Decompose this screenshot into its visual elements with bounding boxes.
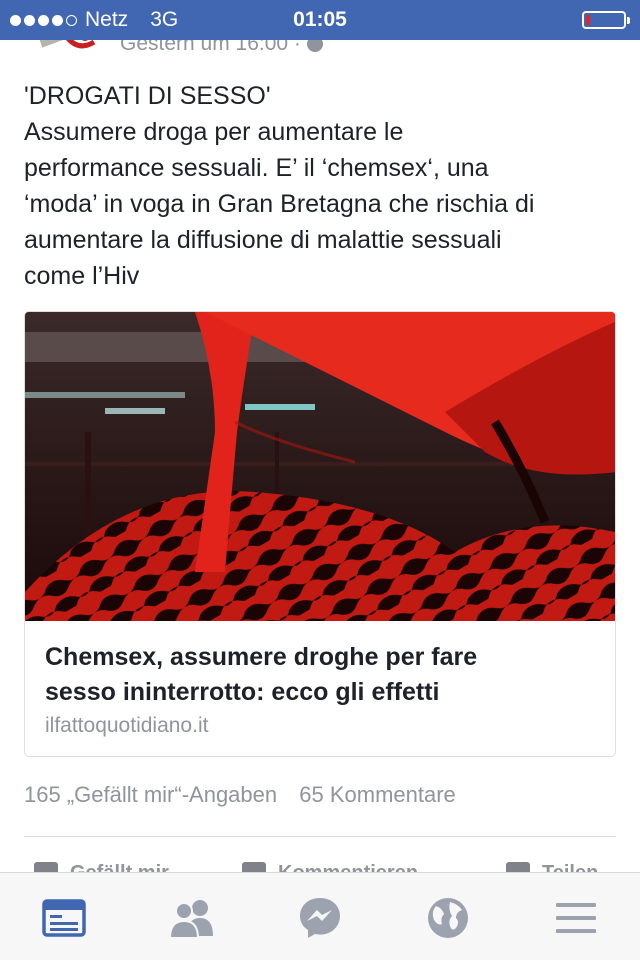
- post-actions: Gefällt mir Kommentieren Teilen: [0, 856, 640, 872]
- post-text-line: 'DROGATI DI SESSO': [24, 82, 271, 110]
- tab-friends[interactable]: [167, 893, 217, 943]
- link-domain: ilfattoquotidiano.it: [45, 714, 209, 737]
- link-preview-image[interactable]: [25, 312, 615, 621]
- clock: 01:05: [293, 8, 347, 31]
- tab-messenger[interactable]: [295, 893, 345, 943]
- page-avatar[interactable]: [38, 40, 98, 54]
- friends-icon: [168, 900, 213, 938]
- status-bar: Netz 3G 01:05: [0, 0, 640, 40]
- comments-count[interactable]: 65 Kommentare: [299, 782, 456, 807]
- post-stats: 165 „Gefällt mir“-Angaben 65 Kommentare: [24, 782, 472, 808]
- messenger-icon: [300, 898, 340, 938]
- news-feed-icon: [42, 899, 86, 937]
- tab-more[interactable]: [551, 893, 601, 943]
- tab-news-feed[interactable]: [39, 893, 89, 943]
- link-title[interactable]: Chemsex, assumere droghe per fare sesso …: [45, 640, 600, 710]
- globe-icon: [428, 898, 468, 938]
- globe-icon: [306, 40, 323, 53]
- bottom-tab-bar: [0, 872, 640, 960]
- post-text: 'DROGATI DI SESSO' Assumere droga per au…: [24, 78, 624, 294]
- likes-count[interactable]: 165 „Gefällt mir“-Angaben: [24, 782, 277, 807]
- post-header: Gestern um 16:00 ·: [0, 40, 640, 58]
- menu-icon: [556, 903, 596, 933]
- link-preview-card[interactable]: Chemsex, assumere droghe per fare sesso …: [24, 311, 616, 757]
- divider: [24, 836, 616, 837]
- post-text-line: performance sessuali. E’ il ‘chemsex‘, u…: [24, 154, 489, 182]
- comment-icon: [242, 862, 266, 872]
- post-text-line: ‘moda’ in voga in Gran Bretagna che risc…: [24, 190, 535, 218]
- post-text-line: aumentare la diffusione di malattie sess…: [24, 226, 502, 254]
- share-icon: [506, 862, 530, 872]
- comment-button[interactable]: Kommentieren: [242, 862, 418, 872]
- share-button[interactable]: Teilen: [506, 862, 598, 872]
- post-text-line: Assumere droga per aumentare le: [24, 118, 404, 146]
- thumbs-up-icon: [34, 862, 58, 872]
- like-button[interactable]: Gefällt mir: [34, 862, 169, 872]
- battery-level: [586, 15, 590, 25]
- battery-icon: [582, 11, 630, 29]
- tab-notifications[interactable]: [423, 893, 473, 943]
- post-timestamp[interactable]: Gestern um 16:00 ·: [120, 40, 323, 56]
- post-text-line: come l’Hiv: [24, 262, 140, 290]
